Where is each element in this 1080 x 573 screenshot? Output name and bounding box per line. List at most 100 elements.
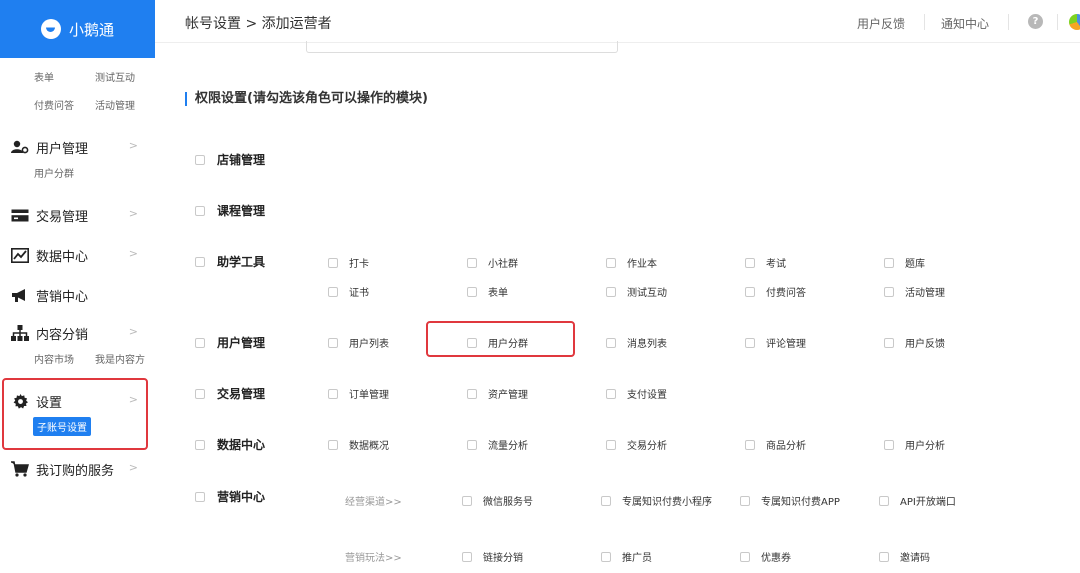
checkbox-comment-management[interactable]: 评论管理 — [745, 335, 806, 350]
sidebar-item-content-distribution[interactable]: 内容分销 > — [11, 322, 146, 344]
checkbox-box[interactable] — [740, 551, 750, 562]
checkbox-group-learning-tools[interactable]: 助学工具 — [195, 253, 265, 270]
sidebar-subitem-form[interactable]: 表单 — [34, 69, 54, 84]
checkbox-box[interactable] — [884, 257, 894, 268]
sidebar-subitem-user-segment[interactable]: 用户分群 — [34, 165, 74, 180]
checkbox-box[interactable] — [328, 337, 338, 348]
checkbox-group-data-center[interactable]: 数据中心 — [195, 436, 265, 453]
checkbox-box[interactable] — [467, 286, 477, 297]
checkbox-exclusive-app[interactable]: 专属知识付费APP — [740, 493, 840, 508]
checkbox-wechat-service-account[interactable]: 微信服务号 — [462, 493, 533, 508]
sidebar-subitem-activity[interactable]: 活动管理 — [95, 97, 135, 112]
checkbox-checkin[interactable]: 打卡 — [328, 255, 369, 270]
checkbox-box[interactable] — [195, 388, 205, 399]
checkbox-box[interactable] — [601, 495, 611, 506]
checkbox-box[interactable] — [606, 337, 616, 348]
checkbox-group-trade-management[interactable]: 交易管理 — [195, 385, 265, 402]
checkbox-invite-code[interactable]: 邀请码 — [879, 549, 930, 564]
checkbox-homework[interactable]: 作业本 — [606, 255, 657, 270]
sidebar-subitem-content-market[interactable]: 内容市场 — [34, 351, 74, 366]
checkbox-question-bank[interactable]: 题库 — [884, 255, 925, 270]
checkbox-box[interactable] — [467, 388, 477, 399]
checkbox-box[interactable] — [884, 439, 894, 450]
sidebar-item-my-services[interactable]: 我订购的服务 > — [11, 458, 146, 480]
checkbox-user-segment[interactable]: 用户分群 — [467, 335, 528, 350]
user-gear-icon — [11, 139, 29, 155]
sidebar-item-settings[interactable]: 设置 > — [11, 390, 146, 412]
checkbox-box[interactable] — [879, 495, 889, 506]
checkbox-order-management[interactable]: 订单管理 — [328, 386, 389, 401]
checkbox-asset-management[interactable]: 资产管理 — [467, 386, 528, 401]
checkbox-certificate[interactable]: 证书 — [328, 284, 369, 299]
checkbox-box[interactable] — [195, 154, 205, 165]
checkbox-box[interactable] — [606, 388, 616, 399]
checkbox-box[interactable] — [606, 286, 616, 297]
checkbox-box[interactable] — [328, 286, 338, 297]
checkbox-box[interactable] — [462, 551, 472, 562]
checkbox-label: 证书 — [349, 288, 369, 299]
sidebar-item-marketing-center[interactable]: 营销中心 — [11, 284, 146, 306]
checkbox-box[interactable] — [879, 551, 889, 562]
checkbox-box[interactable] — [195, 491, 205, 502]
checkbox-box[interactable] — [195, 439, 205, 450]
checkbox-box[interactable] — [328, 388, 338, 399]
checkbox-message-list[interactable]: 消息列表 — [606, 335, 667, 350]
sidebar-subitem-content-provider[interactable]: 我是内容方 — [95, 351, 145, 366]
avatar[interactable] — [1069, 14, 1080, 30]
checkbox-box[interactable] — [884, 337, 894, 348]
checkbox-box[interactable] — [195, 337, 205, 348]
checkbox-payment-settings[interactable]: 支付设置 — [606, 386, 667, 401]
checkbox-box[interactable] — [745, 439, 755, 450]
feedback-link[interactable]: 用户反馈 — [857, 15, 905, 32]
checkbox-form[interactable]: 表单 — [467, 284, 508, 299]
checkbox-paid-qa[interactable]: 付费问答 — [745, 284, 806, 299]
checkbox-label: 支付设置 — [627, 390, 667, 401]
checkbox-mini-program[interactable]: 专属知识付费小程序 — [601, 493, 712, 508]
checkbox-data-overview[interactable]: 数据概况 — [328, 437, 389, 452]
checkbox-link-distribution[interactable]: 链接分销 — [462, 549, 523, 564]
checkbox-box[interactable] — [745, 257, 755, 268]
checkbox-box[interactable] — [195, 205, 205, 216]
sidebar-subitem-quiz[interactable]: 测试互动 — [95, 69, 135, 84]
checkbox-user-list[interactable]: 用户列表 — [328, 335, 389, 350]
sidebar-item-user-management[interactable]: 用户管理 > — [11, 136, 146, 158]
checkbox-group-store[interactable]: 店铺管理 — [195, 151, 265, 168]
app-logo[interactable]: 小鹅通 — [0, 0, 155, 58]
checkbox-box[interactable] — [740, 495, 750, 506]
checkbox-box[interactable] — [328, 257, 338, 268]
checkbox-box[interactable] — [467, 257, 477, 268]
checkbox-box[interactable] — [606, 439, 616, 450]
sidebar-item-trade-management[interactable]: 交易管理 > — [11, 204, 146, 226]
checkbox-user-feedback[interactable]: 用户反馈 — [884, 335, 945, 350]
checkbox-box[interactable] — [328, 439, 338, 450]
checkbox-trade-analysis[interactable]: 交易分析 — [606, 437, 667, 452]
checkbox-group-marketing-center[interactable]: 营销中心 — [195, 488, 265, 505]
checkbox-box[interactable] — [606, 257, 616, 268]
notifications-link[interactable]: 通知中心 — [941, 15, 989, 32]
checkbox-box[interactable] — [884, 286, 894, 297]
checkbox-exam[interactable]: 考试 — [745, 255, 786, 270]
checkbox-activity[interactable]: 活动管理 — [884, 284, 945, 299]
sidebar-subitem-paid-qa[interactable]: 付费问答 — [34, 97, 74, 112]
sidebar-item-data-center[interactable]: 数据中心 > — [11, 244, 146, 266]
checkbox-quiz[interactable]: 测试互动 — [606, 284, 667, 299]
checkbox-api-port[interactable]: API开放端口 — [879, 493, 956, 508]
checkbox-box[interactable] — [745, 286, 755, 297]
checkbox-user-analysis[interactable]: 用户分析 — [884, 437, 945, 452]
checkbox-community[interactable]: 小社群 — [467, 255, 518, 270]
name-input-field[interactable] — [306, 41, 618, 53]
help-icon[interactable]: ? — [1028, 14, 1043, 29]
checkbox-traffic-analysis[interactable]: 流量分析 — [467, 437, 528, 452]
checkbox-product-analysis[interactable]: 商品分析 — [745, 437, 806, 452]
checkbox-box[interactable] — [462, 495, 472, 506]
checkbox-box[interactable] — [195, 256, 205, 267]
checkbox-group-course[interactable]: 课程管理 — [195, 202, 265, 219]
checkbox-box[interactable] — [601, 551, 611, 562]
checkbox-box[interactable] — [467, 439, 477, 450]
checkbox-coupon[interactable]: 优惠券 — [740, 549, 791, 564]
sidebar-subitem-sub-account-settings[interactable]: 子账号设置 — [33, 417, 91, 436]
checkbox-box[interactable] — [745, 337, 755, 348]
checkbox-promoter[interactable]: 推广员 — [601, 549, 652, 564]
checkbox-box[interactable] — [467, 337, 477, 348]
checkbox-group-user-management[interactable]: 用户管理 — [195, 334, 265, 351]
